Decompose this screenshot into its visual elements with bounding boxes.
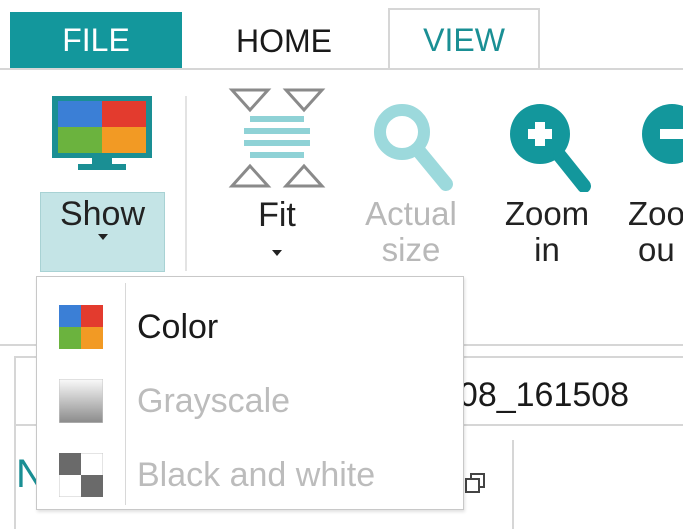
restore-window-icon[interactable]	[464, 472, 486, 494]
tab-home[interactable]: HOME	[198, 14, 370, 68]
actual-size-label: Actual size	[352, 196, 470, 268]
grayscale-icon	[59, 379, 103, 423]
zoom-in-label: Zoom in	[488, 196, 606, 268]
menu-item-black-and-white-label: Black and white	[137, 456, 376, 494]
show-button-label: Show	[59, 195, 146, 233]
zoom-out-label: Zoo ou	[620, 196, 683, 268]
panel-border	[512, 440, 514, 529]
zoom-in-label-line1: Zoom	[504, 195, 590, 232]
file-name-value: 908_161508	[440, 376, 630, 414]
fit-button-label: Fit	[258, 196, 296, 234]
tab-file[interactable]: FILE	[10, 12, 182, 68]
zoom-in-button[interactable]: Zoom in	[488, 100, 606, 270]
group-separator	[185, 96, 187, 271]
color-quad-icon	[59, 305, 103, 349]
fit-dropdown-caret-icon	[272, 250, 282, 256]
actual-size-label-line2: size	[381, 231, 441, 268]
magnifier-icon	[374, 104, 453, 191]
show-button[interactable]: Show	[40, 192, 165, 272]
zoom-out-icon	[642, 104, 683, 164]
zoom-in-label-line2: in	[534, 231, 560, 268]
menu-item-color-label: Color	[137, 308, 219, 346]
black-white-icon	[59, 453, 103, 497]
zoom-out-label-line2: ou	[638, 231, 675, 268]
zoom-in-icon	[510, 104, 591, 192]
actual-size-label-line1: Actual	[365, 195, 457, 232]
monitor-color-icon[interactable]	[52, 96, 152, 170]
fit-page-icon	[228, 88, 326, 188]
ribbon-tab-bar: FILE HOME VIEW	[0, 0, 683, 70]
menu-item-grayscale[interactable]: Grayscale	[37, 365, 463, 437]
tab-view[interactable]: VIEW	[388, 8, 540, 70]
zoom-out-label-line1: Zoo	[628, 195, 683, 232]
fit-button[interactable]: Fit	[228, 88, 326, 268]
actual-size-button[interactable]: Actual size	[352, 100, 470, 270]
show-dropdown-menu: Color Grayscale Black and white	[36, 276, 464, 510]
menu-item-grayscale-label: Grayscale	[137, 382, 291, 420]
zoom-out-button[interactable]: Zoo ou	[620, 100, 683, 270]
show-dropdown-caret-icon	[97, 234, 108, 240]
menu-item-color[interactable]: Color	[37, 291, 463, 363]
menu-item-black-and-white[interactable]: Black and white	[37, 439, 463, 511]
